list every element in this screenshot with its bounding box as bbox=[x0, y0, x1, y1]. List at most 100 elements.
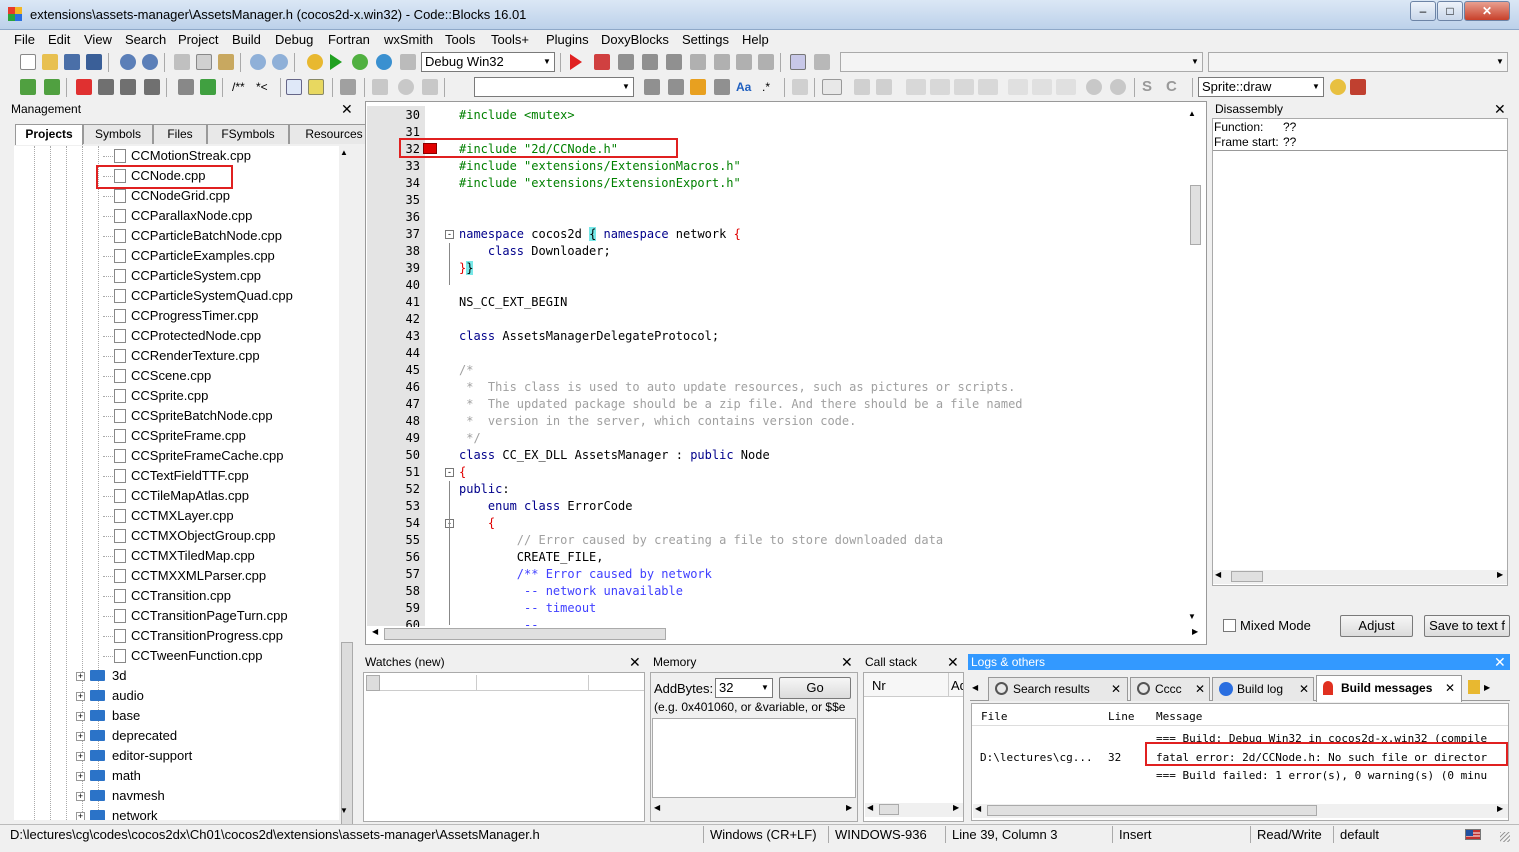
copy-icon[interactable] bbox=[196, 54, 212, 70]
menu-view[interactable]: View bbox=[84, 32, 112, 47]
debug-windows-icon[interactable] bbox=[790, 54, 806, 70]
shape-image-icon[interactable] bbox=[876, 79, 892, 95]
clear-bookmarks-icon[interactable] bbox=[144, 79, 160, 95]
code-line[interactable]: enum class ErrorCode bbox=[459, 498, 633, 515]
editor-hscroll-thumb[interactable] bbox=[384, 628, 666, 640]
doc-comment-icon[interactable]: /** bbox=[232, 79, 254, 95]
expand-icon[interactable]: + bbox=[76, 792, 85, 801]
editor-hscroll[interactable]: ◀ ▶ bbox=[368, 627, 1203, 641]
tab-build-messages[interactable]: Build messages ✕ bbox=[1316, 675, 1462, 702]
menu-doxyblocks[interactable]: DoxyBlocks bbox=[601, 32, 669, 47]
edit-icon[interactable] bbox=[1468, 680, 1480, 694]
callstack-col-ad[interactable]: Ad bbox=[951, 678, 963, 693]
watches-grid[interactable] bbox=[363, 672, 645, 822]
tab-search-results[interactable]: Search results ✕ bbox=[988, 677, 1128, 701]
help-docs-icon[interactable] bbox=[308, 79, 324, 95]
code-line[interactable]: public: bbox=[459, 481, 510, 498]
shape-rect-icon[interactable] bbox=[822, 79, 842, 95]
c-icon[interactable]: C bbox=[1166, 79, 1180, 95]
build-icon[interactable] bbox=[307, 54, 323, 70]
editor-scroll-thumb[interactable] bbox=[1190, 185, 1201, 245]
memory-dump[interactable] bbox=[652, 718, 856, 798]
logs-close-icon[interactable]: ✕ bbox=[1494, 655, 1506, 669]
scroll-right-icon[interactable]: ▶ bbox=[1192, 627, 1198, 636]
close-button[interactable]: ✕ bbox=[1464, 1, 1510, 21]
expand-icon[interactable]: + bbox=[76, 712, 85, 721]
symbol-settings-icon[interactable] bbox=[1350, 79, 1366, 95]
shape-box6-icon[interactable] bbox=[1032, 79, 1052, 95]
paste-icon[interactable] bbox=[218, 54, 234, 70]
settings-icon[interactable] bbox=[340, 79, 356, 95]
shape-box3-icon[interactable] bbox=[954, 79, 974, 95]
tab-close-icon[interactable]: ✕ bbox=[1299, 678, 1309, 700]
match-case-icon[interactable]: Aa bbox=[736, 79, 758, 95]
highlight-icon[interactable] bbox=[690, 79, 706, 95]
step-out-icon[interactable] bbox=[666, 54, 682, 70]
find-prev-icon[interactable] bbox=[644, 79, 660, 95]
build-and-run-icon[interactable] bbox=[352, 54, 368, 70]
select-tool-icon[interactable] bbox=[792, 79, 808, 95]
run-icon[interactable] bbox=[330, 54, 342, 70]
disassembly-hscroll[interactable]: ◀ ▶ bbox=[1213, 570, 1507, 584]
memory-close-icon[interactable]: ✕ bbox=[841, 655, 853, 669]
menu-build[interactable]: Build bbox=[232, 32, 261, 47]
redo-icon[interactable] bbox=[142, 54, 158, 70]
expand-icon[interactable]: + bbox=[76, 732, 85, 741]
editor-vscroll[interactable]: ▲ ▼ bbox=[1187, 107, 1203, 625]
tab-close-icon[interactable]: ✕ bbox=[1445, 676, 1455, 700]
code-line[interactable]: * The updated package should be a zip fi… bbox=[459, 396, 1022, 413]
menu-wxsmith[interactable]: wxSmith bbox=[384, 32, 433, 47]
callstack-close-icon[interactable]: ✕ bbox=[947, 655, 959, 669]
tab-projects[interactable]: Projects bbox=[15, 124, 83, 145]
build-target-select[interactable]: Debug Win32 ▼ bbox=[421, 52, 555, 72]
callstack-hscroll[interactable]: ◀ ▶ bbox=[865, 803, 963, 817]
jump-home-icon[interactable] bbox=[398, 79, 414, 95]
tab-fsymbols[interactable]: FSymbols bbox=[207, 124, 289, 144]
run-to-cursor-icon[interactable] bbox=[594, 54, 610, 70]
info-icon[interactable] bbox=[814, 54, 830, 70]
scroll-up-icon[interactable]: ▲ bbox=[1188, 109, 1196, 118]
line-comment-icon[interactable]: *< bbox=[256, 79, 276, 95]
code-line[interactable]: class Downloader; bbox=[459, 243, 611, 260]
code-line[interactable]: -- timeout bbox=[459, 600, 596, 617]
menu-tools-plus[interactable]: Tools+ bbox=[491, 32, 529, 47]
code-line[interactable]: }} bbox=[459, 260, 474, 277]
next-instruction-icon[interactable] bbox=[690, 54, 706, 70]
shape-box2-icon[interactable] bbox=[930, 79, 950, 95]
stop-debug-icon[interactable] bbox=[758, 54, 774, 70]
disassembly-scroll-thumb[interactable] bbox=[1231, 571, 1263, 582]
menu-settings[interactable]: Settings bbox=[682, 32, 729, 47]
shape-box4-icon[interactable] bbox=[978, 79, 998, 95]
next-bookmark-icon[interactable] bbox=[120, 79, 136, 95]
code-completion-scope[interactable]: ▼ bbox=[840, 52, 1203, 72]
expand-icon[interactable]: + bbox=[76, 752, 85, 761]
pause-icon[interactable] bbox=[736, 54, 752, 70]
new-file-icon[interactable] bbox=[20, 54, 36, 70]
run-doxywizard-icon[interactable] bbox=[200, 79, 216, 95]
code-line[interactable]: { bbox=[459, 464, 466, 481]
abort-icon[interactable] bbox=[400, 54, 416, 70]
col-file[interactable]: File bbox=[981, 710, 1008, 723]
scroll-left-icon[interactable]: ◀ bbox=[867, 803, 873, 812]
code-line[interactable]: { bbox=[459, 515, 495, 532]
col-message[interactable]: Message bbox=[1156, 710, 1202, 723]
callstack-col-nr[interactable]: Nr bbox=[872, 678, 886, 693]
fold-toggle-icon[interactable]: - bbox=[445, 230, 454, 239]
callstack-view[interactable]: Nr Ad ◀ ▶ bbox=[863, 672, 964, 822]
watches-close-icon[interactable]: ✕ bbox=[629, 655, 641, 669]
code-line[interactable]: class AssetsManagerDelegateProtocol; bbox=[459, 328, 719, 345]
block-comment-icon[interactable] bbox=[178, 79, 194, 95]
tree-scrollbar[interactable]: ▲ ▼ bbox=[339, 146, 355, 838]
code-line[interactable]: class CC_EX_DLL AssetsManager : public N… bbox=[459, 447, 770, 464]
maximize-button[interactable]: □ bbox=[1437, 1, 1463, 21]
scroll-left-icon[interactable]: ◀ bbox=[1215, 570, 1221, 579]
shape-frame-icon[interactable] bbox=[854, 79, 870, 95]
scroll-left-icon[interactable]: ◀ bbox=[975, 804, 981, 813]
mixed-mode-checkbox[interactable] bbox=[1223, 619, 1236, 632]
code-line[interactable]: /* bbox=[459, 362, 473, 379]
code-completion-function[interactable]: ▼ bbox=[1208, 52, 1508, 72]
management-close-icon[interactable]: ✕ bbox=[341, 102, 353, 116]
code-line[interactable]: /** Error caused by network bbox=[459, 566, 712, 583]
debug-continue-icon[interactable] bbox=[570, 54, 582, 70]
search-combo[interactable]: ▼ bbox=[474, 77, 634, 97]
